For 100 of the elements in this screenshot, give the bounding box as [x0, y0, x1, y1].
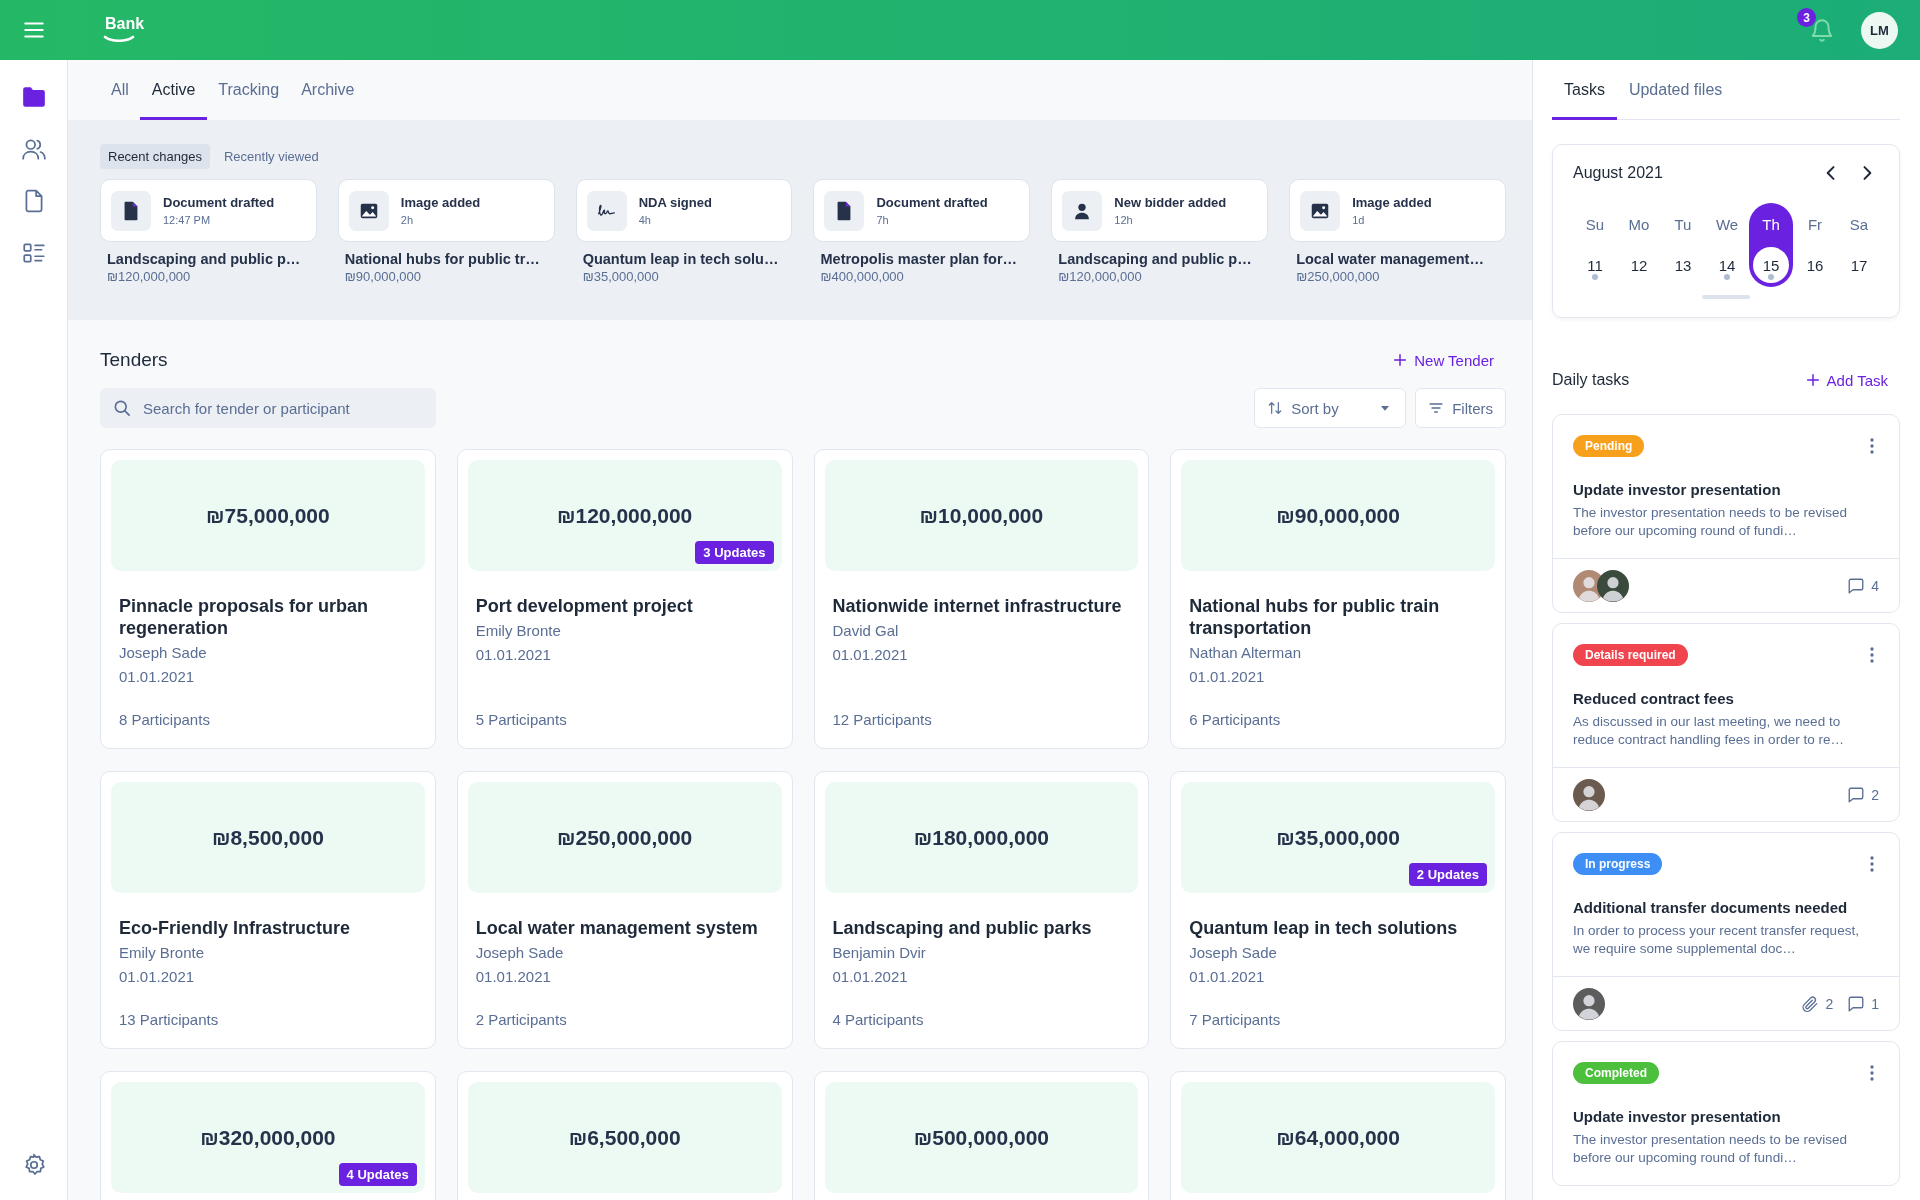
- tender-card[interactable]: ₪120,000,000 3 Updates Port development project Emily Bronte 01.01.2021 5 Participants: [456, 449, 793, 749]
- calendar-date[interactable]: 13: [1665, 247, 1701, 283]
- calendar-date[interactable]: 11: [1577, 247, 1613, 283]
- tender-card[interactable]: ₪8,500,000 Eco-Friendly Infrastructure Emily Bronte 01.01.2021 13 Participants: [100, 771, 436, 1049]
- activity-card[interactable]: Document drafted 7h: [813, 179, 1031, 242]
- comment-count: 1: [1871, 995, 1879, 1012]
- new-tender-button[interactable]: New Tender: [1392, 351, 1506, 369]
- tender-card[interactable]: ₪90,000,000 National hubs for public train transportation Nathan Alterman 01.01.2021 6 Participants: [1170, 449, 1506, 749]
- task-card[interactable]: Completed Update investor presentation The investor presentation needs to be revised before our upcoming round of fundi…: [1552, 1041, 1900, 1186]
- filters-button[interactable]: Filters: [1415, 388, 1506, 428]
- notification-bell-icon[interactable]: [1809, 17, 1835, 43]
- tender-amount: ₪8,500,000: [211, 825, 324, 850]
- tender-amount: ₪64,000,000: [1276, 1125, 1400, 1150]
- activity-card[interactable]: NDA signed 4h: [575, 179, 793, 242]
- tender-amount: ₪35,000,000: [582, 269, 660, 284]
- activity-time: 12h: [1114, 214, 1134, 226]
- tab[interactable]: Tasks: [1552, 60, 1617, 120]
- weekday-label: Sa: [1849, 215, 1869, 235]
- calendar-date[interactable]: 16: [1797, 247, 1833, 283]
- tender-amount: ₪35,000,000: [1276, 825, 1400, 850]
- tender-amount: ₪250,000,000: [556, 825, 693, 850]
- month-label: August 2021: [1573, 164, 1663, 182]
- sort-dropdown[interactable]: Sort by: [1254, 388, 1407, 428]
- tab[interactable]: Updated files: [1616, 60, 1735, 120]
- tender-card[interactable]: ₪250,000,000 Local water management system Joseph Sade 01.01.2021 2 Participants: [456, 771, 793, 1049]
- tender-card[interactable]: ₪10,000,000 Nationwide internet infrastructure David Gal 01.01.2021 12 Participants: [813, 449, 1150, 749]
- tab[interactable]: Archive: [290, 60, 366, 120]
- task-title: Additional transfer documents needed: [1573, 899, 1849, 916]
- drag-handle[interactable]: [1702, 295, 1750, 299]
- owner-name: Nathan Alterman: [1189, 643, 1302, 663]
- tender-title: Eco-Friendly Infrastructure: [119, 917, 352, 939]
- activity-title: NDA signed: [638, 195, 712, 210]
- task-title: Update investor presentation: [1573, 1108, 1782, 1125]
- tender-amount: ₪90,000,000: [344, 269, 422, 284]
- participants-count: 2 Participants: [475, 1010, 568, 1028]
- tender-amount: ₪320,000,000: [200, 1125, 336, 1150]
- participants-count: 12 Participants: [832, 710, 933, 728]
- toggle-tab[interactable]: Recent changes: [100, 144, 210, 169]
- toggle-tab[interactable]: Recently viewed: [215, 144, 327, 169]
- task-card[interactable]: Details required Reduced contract fees As discussed in our last meeting, we need to reduce contract handling fees in order to re… 2: [1552, 623, 1900, 822]
- list-icon[interactable]: [20, 240, 47, 266]
- owner-name: David Gal: [832, 621, 900, 641]
- owner-name: Joseph Sade: [475, 943, 565, 963]
- tab[interactable]: All: [100, 60, 140, 120]
- tender-date: 01.01.2021: [1189, 667, 1266, 687]
- activity-card[interactable]: New bidder added 12h: [1051, 179, 1269, 242]
- calendar-date[interactable]: 17: [1841, 247, 1877, 283]
- tender-title: Landscaping and public parks: [832, 917, 1093, 939]
- tender-card[interactable]: ₪35,000,000 2 Updates Quantum leap in tech solutions Joseph Sade 01.01.2021 7 Participants: [1170, 771, 1506, 1049]
- calendar-date[interactable]: 12: [1621, 247, 1657, 283]
- tender-card[interactable]: ₪6,500,000: [456, 1071, 793, 1200]
- tender-date: 01.01.2021: [119, 967, 196, 987]
- activity-card[interactable]: Document drafted 12:47 PM: [100, 179, 317, 242]
- tender-title: National hubs for public train transportation: [1189, 595, 1441, 639]
- calendar-date[interactable]: 15: [1753, 247, 1789, 283]
- activity-title: Image added: [1352, 195, 1432, 210]
- activity-time: 7h: [876, 214, 890, 226]
- tender-card[interactable]: ₪64,000,000: [1170, 1071, 1506, 1200]
- task-title: Update investor presentation: [1573, 481, 1782, 498]
- tender-date: 01.01.2021: [119, 667, 196, 687]
- activity-time: 2h: [400, 214, 415, 226]
- tender-card[interactable]: ₪75,000,000 Pinnacle proposals for urban regeneration Joseph Sade 01.01.2021 8 Participants: [100, 449, 436, 749]
- tender-card[interactable]: ₪500,000,000: [813, 1071, 1150, 1200]
- tender-date: 01.01.2021: [1189, 967, 1266, 987]
- tender-card[interactable]: ₪180,000,000 Landscaping and public parks Benjamin Dvir 01.01.2021 4 Participants: [813, 771, 1150, 1049]
- plus-icon: [1392, 352, 1409, 368]
- tender-amount: ₪6,500,000: [568, 1125, 681, 1150]
- calendar-date[interactable]: 14: [1709, 247, 1745, 283]
- add-task-button[interactable]: Add Task: [1804, 371, 1900, 389]
- tender-name: Local water management…: [1296, 251, 1485, 267]
- tender-amount: ₪120,000,000: [556, 503, 693, 528]
- comment-icon: [1847, 576, 1866, 595]
- comment-count: 4: [1871, 577, 1879, 594]
- section-title: Daily tasks: [1552, 371, 1631, 389]
- activity-card[interactable]: Image added 2h: [337, 179, 555, 242]
- sort-icon: [1267, 400, 1284, 416]
- user-avatar[interactable]: LM: [1861, 11, 1898, 49]
- folder-icon[interactable]: [20, 84, 47, 110]
- comment-icon: [1847, 785, 1866, 804]
- section-title: Tenders: [100, 349, 169, 371]
- tender-date: 01.01.2021: [832, 967, 909, 987]
- task-card[interactable]: Pending Update investor presentation The investor presentation needs to be revised before our upcoming round of fundi… 4: [1552, 414, 1900, 613]
- task-card[interactable]: In progress Additional transfer documents needed In order to process your recent transfer request, we require some supplemental doc… 2 1: [1552, 832, 1900, 1031]
- comment-icon: [1847, 994, 1866, 1013]
- tender-date: 01.01.2021: [475, 645, 552, 665]
- participants-count: 13 Participants: [119, 1010, 220, 1028]
- weekday-label: We: [1715, 215, 1739, 235]
- tender-date: 01.01.2021: [475, 967, 552, 987]
- activity-card[interactable]: Image added 1d: [1289, 179, 1506, 242]
- weekday-label: Tu: [1674, 215, 1692, 235]
- task-description: As discussed in our last meeting, we need to reduce contract handling fees in order to re…: [1573, 713, 1845, 749]
- tender-title: Quantum leap in tech solutions: [1189, 917, 1459, 939]
- search-field[interactable]: Search for tender or participant: [100, 388, 436, 428]
- tender-amount: ₪180,000,000: [913, 825, 1050, 850]
- activity-time: 1d: [1352, 214, 1366, 226]
- tender-amount: ₪120,000,000: [1058, 269, 1143, 284]
- tender-date: 01.01.2021: [832, 645, 909, 665]
- tender-amount: ₪500,000,000: [913, 1125, 1050, 1150]
- tender-card[interactable]: ₪320,000,000 4 Updates: [100, 1071, 436, 1200]
- tab[interactable]: Tracking: [207, 60, 291, 120]
